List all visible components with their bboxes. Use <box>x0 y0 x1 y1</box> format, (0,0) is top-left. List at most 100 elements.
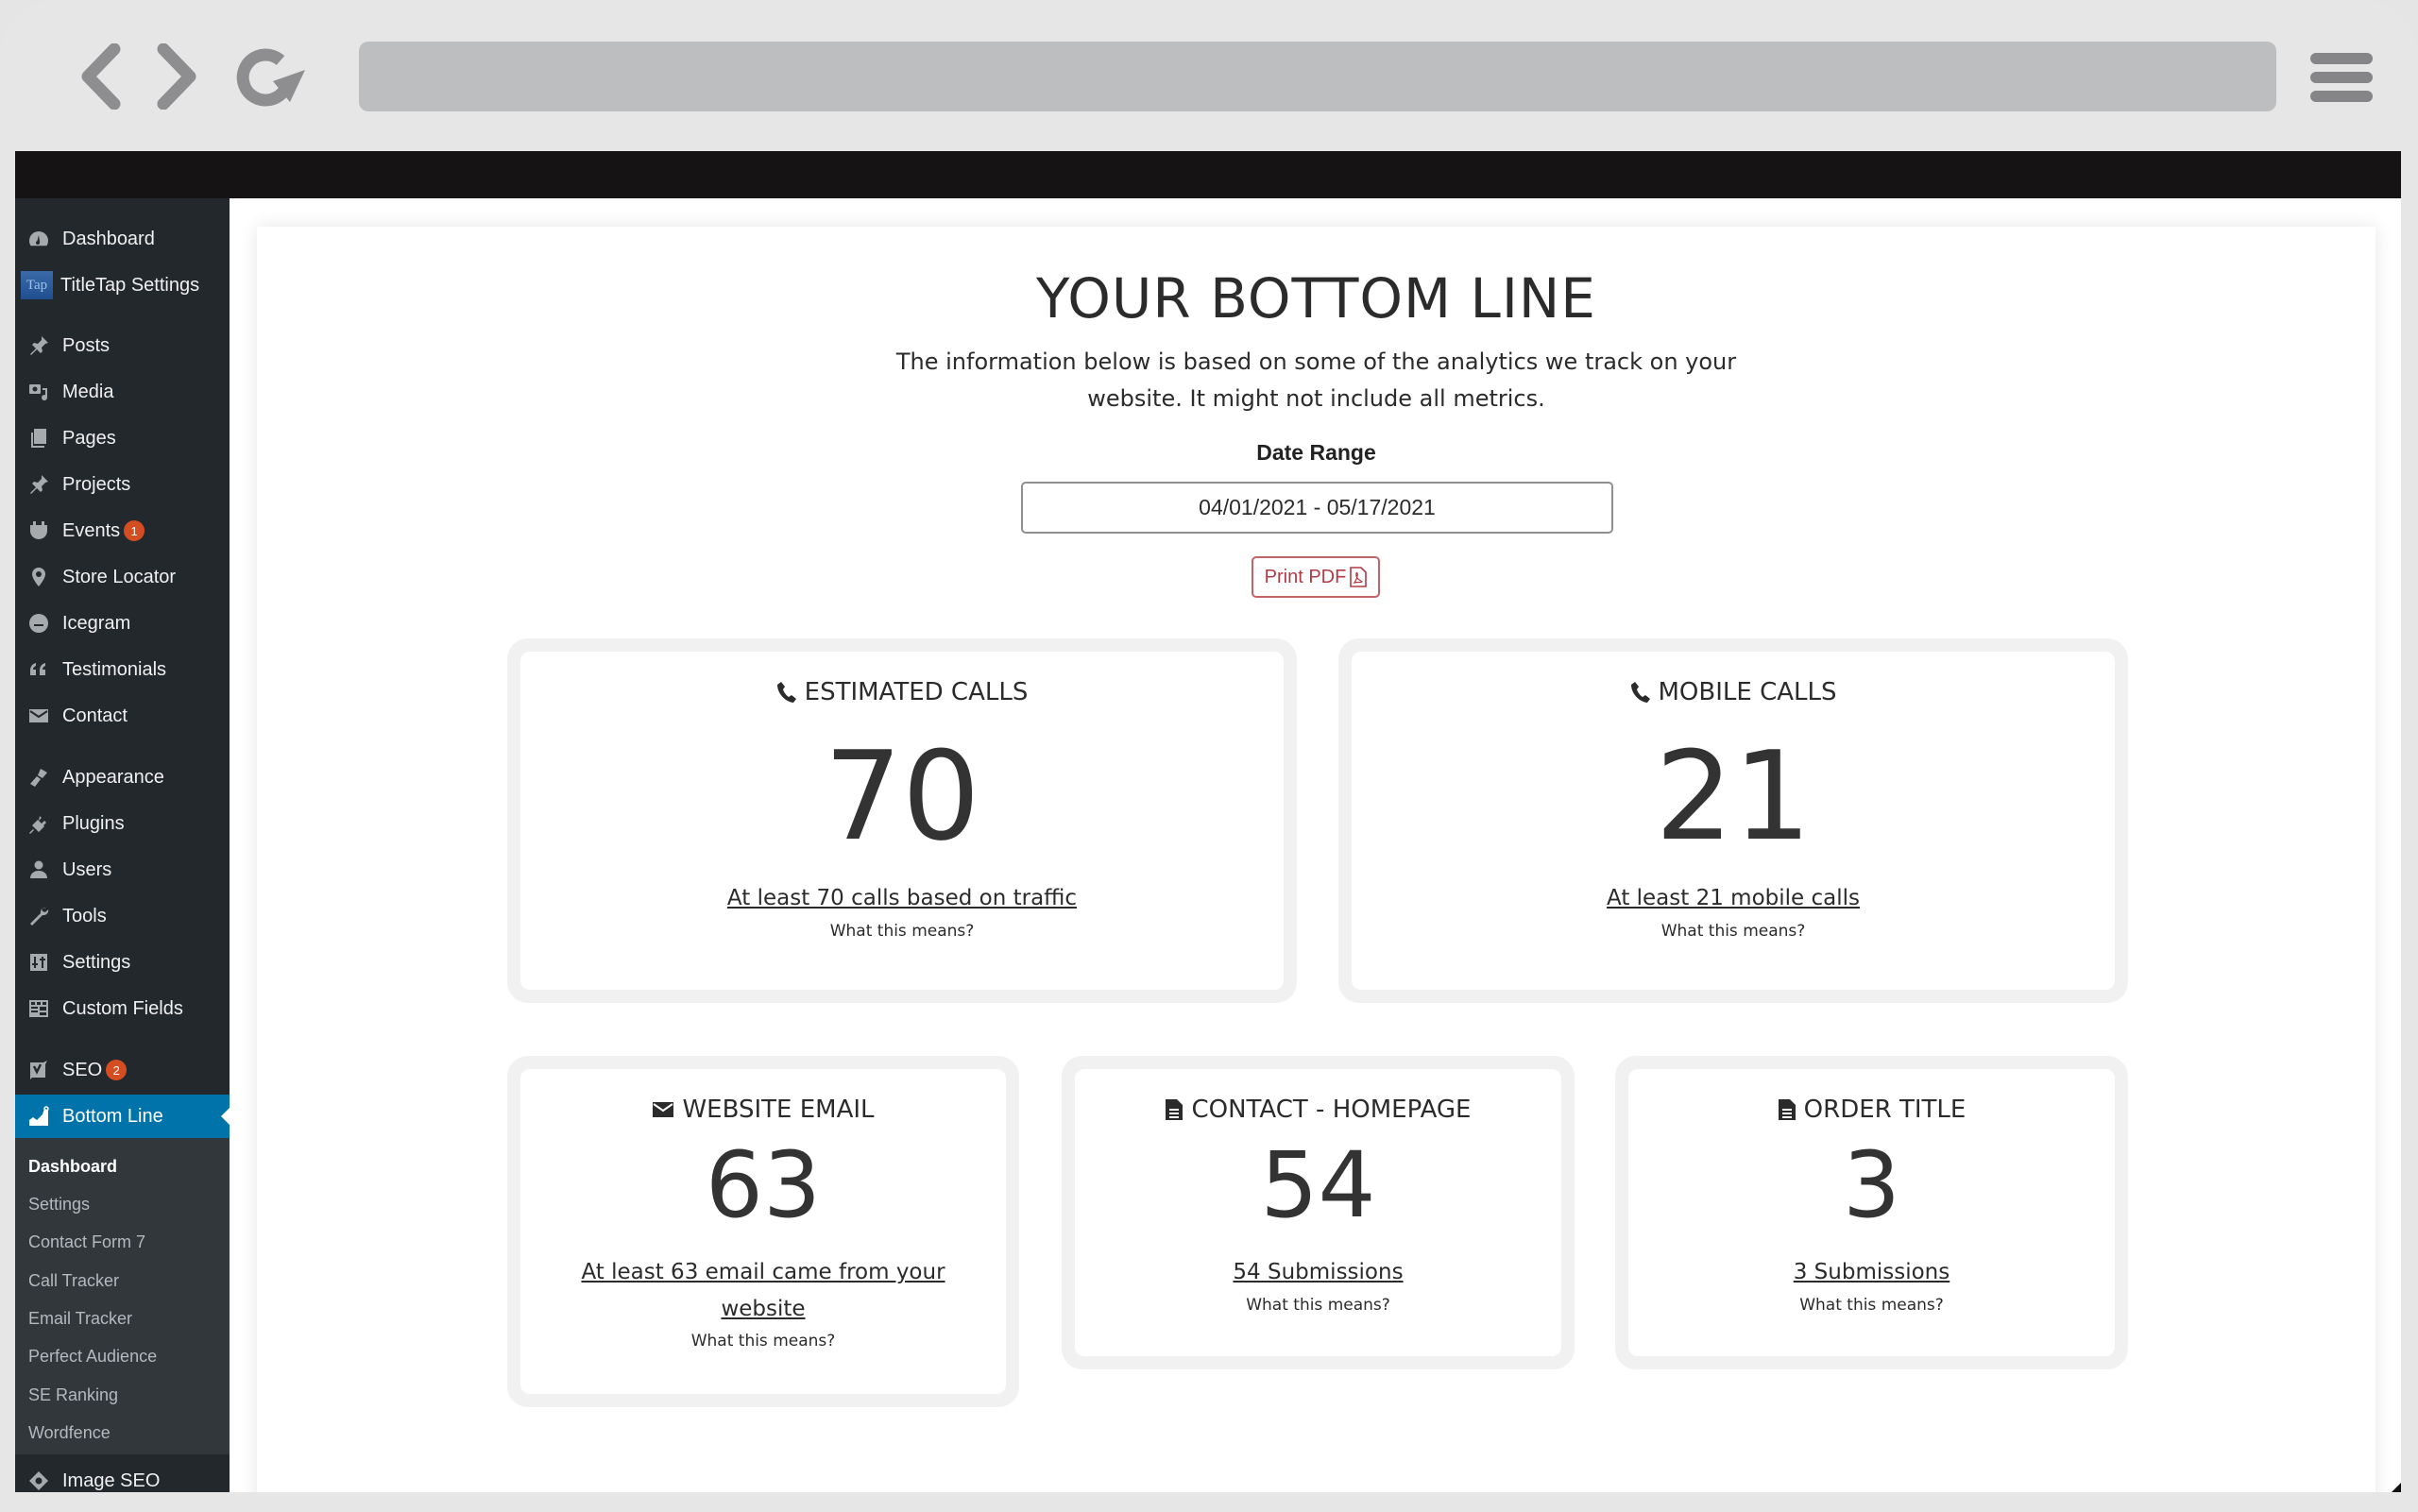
card-title: ORDER TITLE <box>1628 1096 2115 1124</box>
submenu-item-se-ranking[interactable]: SE Ranking <box>28 1385 118 1405</box>
metric-card-estimated-calls: ESTIMATED CALLS 70 At least 70 calls bas… <box>507 638 1297 1003</box>
what-this-means-link[interactable]: What this means? <box>1352 922 2115 941</box>
print-pdf-button[interactable]: Print PDF <box>1252 556 1380 598</box>
metric-card-website-email: WEBSITE EMAIL 63 At least 63 email came … <box>507 1056 1019 1407</box>
sidebar-item-pages[interactable]: Pages <box>15 419 230 457</box>
chart-line-icon <box>26 1104 51 1129</box>
sidebar-item-label: Plugins <box>62 812 125 834</box>
sidebar-item-custom-fields[interactable]: Custom Fields <box>15 990 230 1028</box>
yoast-icon <box>26 1058 51 1082</box>
card-title: WEBSITE EMAIL <box>520 1096 1006 1124</box>
sidebar-item-dashboard[interactable]: Dashboard <box>15 220 230 258</box>
sidebar-item-label: Bottom Line <box>62 1105 163 1127</box>
sidebar-item-label: Events <box>62 519 121 541</box>
sidebar-item-label: Dashboard <box>62 228 155 249</box>
submenu-item-call-tracker[interactable]: Call Tracker <box>28 1271 119 1291</box>
submenu-item-email-tracker[interactable]: Email Tracker <box>28 1309 132 1329</box>
pages-icon <box>26 426 51 450</box>
sidebar-item-label: Settings <box>62 951 131 973</box>
paintbrush-icon <box>26 765 51 790</box>
browser-frame: Dashboard Tap TitleTap Settings Posts Me… <box>0 0 2418 1512</box>
resize-handle[interactable] <box>2392 1483 2401 1492</box>
what-this-means-link[interactable]: What this means? <box>1075 1296 1561 1315</box>
browser-menu-button[interactable] <box>2310 53 2373 102</box>
sidebar-item-label: Contact <box>62 705 128 726</box>
sidebar-item-icegram[interactable]: Icegram <box>15 604 230 642</box>
sidebar-item-label: Posts <box>62 334 111 356</box>
sidebar-item-events[interactable]: Events 1 <box>15 512 230 550</box>
sidebar-item-titletap-settings[interactable]: Tap TitleTap Settings <box>15 266 230 304</box>
card-detail-link[interactable]: At least 21 mobile calls <box>1352 880 2115 917</box>
date-range-label: Date Range <box>1256 440 1376 465</box>
address-bar[interactable] <box>359 42 2276 111</box>
metric-card-order-title: ORDER TITLE 3 3 Submissions What this me… <box>1615 1056 2128 1369</box>
document-icon <box>1166 1099 1183 1120</box>
wp-admin-bar <box>15 151 2401 198</box>
card-value: 21 <box>1655 724 1812 868</box>
back-button[interactable] <box>74 42 127 111</box>
date-range-input[interactable] <box>1021 482 1613 534</box>
sidebar-item-settings[interactable]: Settings <box>15 943 230 981</box>
submenu-item-contact-form-7[interactable]: Contact Form 7 <box>28 1232 145 1252</box>
card-detail-link[interactable]: At least 63 email came from your website <box>568 1254 959 1328</box>
envelope-icon <box>653 1102 674 1117</box>
icegram-icon <box>26 611 51 636</box>
sidebar-item-label: Appearance <box>62 766 164 788</box>
hamburger-menu-icon <box>2310 53 2373 64</box>
sidebar-item-media[interactable]: Media <box>15 373 230 411</box>
card-title: MOBILE CALLS <box>1352 678 2115 706</box>
sidebar-item-label: Projects <box>62 473 131 495</box>
what-this-means-link[interactable]: What this means? <box>1628 1296 2115 1315</box>
submenu-item-dashboard[interactable]: Dashboard <box>28 1157 117 1177</box>
sidebar-item-posts[interactable]: Posts <box>15 327 230 365</box>
sidebar-item-label: Store Locator <box>62 566 177 587</box>
image-seo-icon <box>26 1469 51 1492</box>
calendar-icon <box>26 518 51 543</box>
media-icon <box>26 380 51 404</box>
card-detail-link[interactable]: 54 Submissions <box>1075 1254 1561 1291</box>
forward-button[interactable] <box>151 42 204 111</box>
reload-button[interactable] <box>230 42 308 111</box>
metric-card-contact-homepage: CONTACT - HOMEPAGE 54 54 Submissions Wha… <box>1062 1056 1575 1369</box>
sidebar-item-tools[interactable]: Tools <box>15 897 230 935</box>
card-detail-link[interactable]: 3 Submissions <box>1628 1254 2115 1291</box>
sidebar-item-appearance[interactable]: Appearance <box>15 758 230 796</box>
card-value: 70 <box>824 724 980 868</box>
titletap-logo: Tap <box>21 271 53 299</box>
sidebar-item-seo[interactable]: SEO 2 <box>15 1051 230 1089</box>
active-indicator-arrow <box>221 1108 230 1125</box>
events-count-badge: 1 <box>124 520 145 541</box>
chevron-right-icon <box>157 43 196 110</box>
sidebar-item-bottom-line[interactable]: Bottom Line <box>15 1095 230 1138</box>
what-this-means-link[interactable]: What this means? <box>520 1332 1006 1351</box>
submenu-item-perfect-audience[interactable]: Perfect Audience <box>28 1347 157 1367</box>
submenu-item-settings[interactable]: Settings <box>28 1195 90 1215</box>
sidebar-item-label: Pages <box>62 427 116 449</box>
card-title: CONTACT - HOMEPAGE <box>1075 1096 1561 1124</box>
metric-card-mobile-calls: MOBILE CALLS 21 At least 21 mobile calls… <box>1338 638 2128 1003</box>
sidebar-item-label: Testimonials <box>62 658 167 680</box>
card-title: ESTIMATED CALLS <box>520 678 1284 706</box>
location-pin-icon <box>26 565 51 589</box>
pushpin-icon <box>26 333 51 358</box>
intro-text: The information below is based on some o… <box>895 348 1737 412</box>
admin-sidebar: Dashboard Tap TitleTap Settings Posts Me… <box>15 198 230 1492</box>
pdf-file-icon <box>1350 567 1368 587</box>
document-icon <box>1778 1099 1796 1120</box>
sidebar-item-users[interactable]: Users <box>15 851 230 889</box>
sidebar-item-projects[interactable]: Projects <box>15 466 230 503</box>
what-this-means-link[interactable]: What this means? <box>520 922 1284 941</box>
sidebar-item-label: Custom Fields <box>62 997 183 1019</box>
sidebar-item-label: Media <box>62 381 114 402</box>
sidebar-item-testimonials[interactable]: Testimonials <box>15 651 230 688</box>
sidebar-item-label: SEO <box>62 1059 103 1080</box>
sidebar-item-contact[interactable]: Contact <box>15 697 230 735</box>
sidebar-item-image-seo[interactable]: Image SEO <box>15 1462 230 1492</box>
sidebar-item-plugins[interactable]: Plugins <box>15 805 230 842</box>
submenu-item-wordfence[interactable]: Wordfence <box>28 1423 111 1443</box>
card-detail-link[interactable]: At least 70 calls based on traffic <box>520 880 1284 917</box>
sidebar-item-store-locator[interactable]: Store Locator <box>15 558 230 596</box>
main-content: YOUR BOTTOM LINE The information below i… <box>230 198 2401 1492</box>
sidebar-item-label: Users <box>62 858 112 880</box>
sidebar-item-label: Image SEO <box>62 1470 161 1491</box>
